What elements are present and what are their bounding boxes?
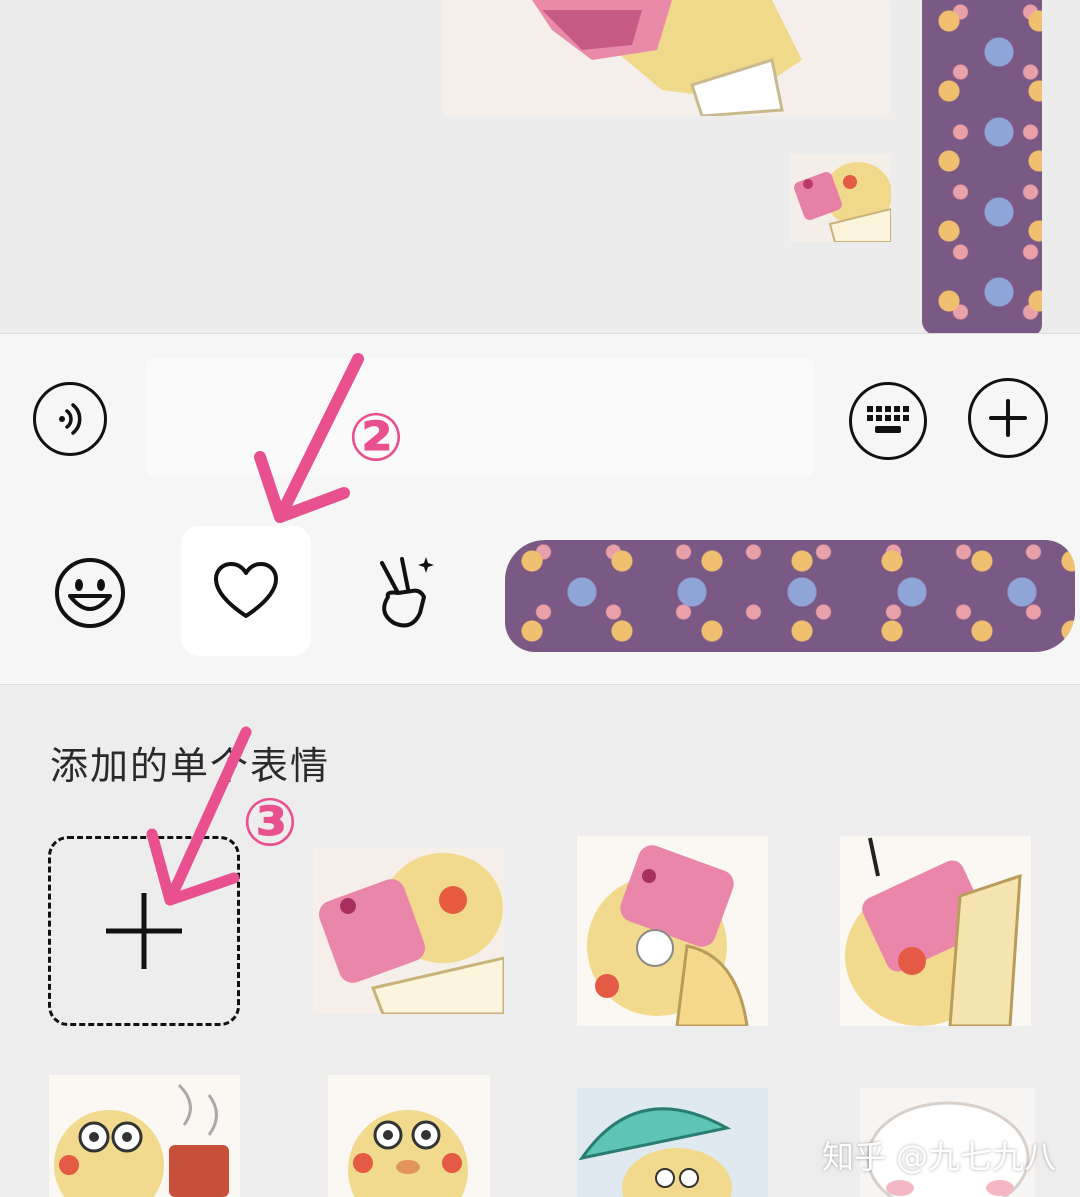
sticker-item[interactable] bbox=[313, 848, 504, 1014]
heart-icon bbox=[214, 562, 278, 618]
voice-input-icon bbox=[59, 403, 82, 435]
annotation-step-2: ② bbox=[348, 399, 404, 476]
duck-sticker-image bbox=[442, 0, 891, 116]
tab-favorites[interactable] bbox=[181, 526, 311, 656]
duck-surprised-sticker-image bbox=[328, 1075, 490, 1197]
tab-sticker-store[interactable] bbox=[338, 526, 468, 656]
sticker-item[interactable] bbox=[840, 836, 1031, 1026]
annotation-arrow-2 bbox=[254, 353, 364, 523]
duck-phone-sticker-image bbox=[313, 848, 504, 1014]
sticker-item[interactable] bbox=[49, 1075, 240, 1197]
sticker-item[interactable] bbox=[577, 836, 768, 1026]
avatar-redaction bbox=[922, 0, 1042, 335]
voice-input-button[interactable] bbox=[33, 382, 107, 456]
plus-circle-icon bbox=[989, 399, 1027, 437]
chat-messages-area bbox=[0, 0, 1080, 335]
duck-umbrella-sticker-image bbox=[577, 1088, 768, 1197]
duck-hotpot-sticker-image bbox=[49, 1075, 240, 1197]
victory-hand-sparkle-icon bbox=[380, 557, 434, 628]
tab-emoji[interactable] bbox=[25, 528, 155, 658]
sticker-pack-redaction bbox=[505, 540, 1075, 652]
sent-sticker-small[interactable] bbox=[790, 154, 891, 242]
duck-phone-sticker-image bbox=[577, 836, 768, 1026]
keyboard-button[interactable] bbox=[849, 382, 927, 460]
smiley-face-icon bbox=[55, 558, 125, 628]
sticker-item[interactable] bbox=[328, 1075, 490, 1197]
keyboard-icon bbox=[867, 406, 909, 433]
more-functions-button[interactable] bbox=[968, 378, 1048, 458]
duck-phone-sticker-image bbox=[790, 154, 891, 242]
duck-phone-sticker-image bbox=[840, 836, 1031, 1026]
sent-sticker-large[interactable] bbox=[442, 0, 891, 116]
annotation-step-3: ③ bbox=[242, 784, 298, 861]
watermark-text: 知乎 @九七九八 bbox=[822, 1138, 1057, 1176]
sticker-item[interactable] bbox=[577, 1088, 768, 1197]
